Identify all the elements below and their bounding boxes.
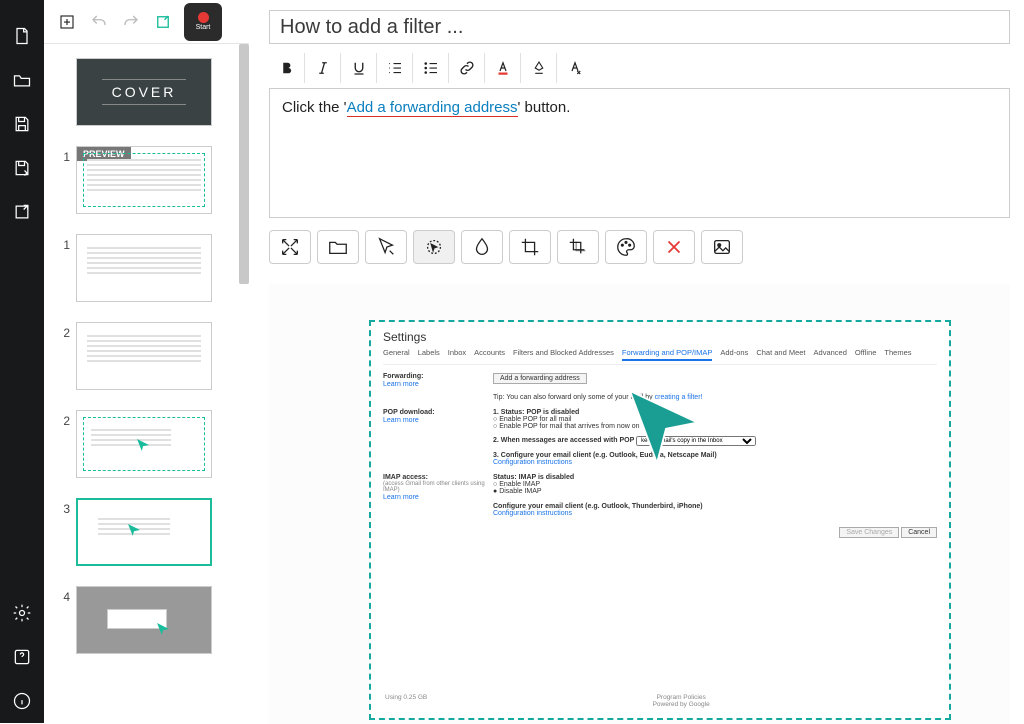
highlight-frame[interactable]: Settings General Labels Inbox Accounts F… bbox=[369, 320, 951, 720]
image-tool[interactable] bbox=[701, 230, 743, 264]
settings-tabs: General Labels Inbox Accounts Filters an… bbox=[383, 348, 937, 365]
slide-1[interactable]: 1 bbox=[54, 234, 239, 302]
settings-heading: Settings bbox=[383, 330, 937, 344]
slides-scrollbar[interactable] bbox=[239, 44, 249, 284]
ordered-list-button[interactable] bbox=[377, 53, 413, 83]
open-folder-icon[interactable] bbox=[0, 58, 44, 102]
slide-2b[interactable]: 2 bbox=[54, 410, 239, 478]
frame-button[interactable] bbox=[148, 7, 178, 37]
undo-button[interactable] bbox=[84, 7, 114, 37]
pointer-tool[interactable] bbox=[365, 230, 407, 264]
image-tools bbox=[269, 230, 1010, 264]
screenshot-canvas[interactable]: Settings General Labels Inbox Accounts F… bbox=[269, 284, 1010, 724]
palette-tool[interactable] bbox=[605, 230, 647, 264]
cursor-overlay bbox=[621, 382, 711, 472]
record-dot-icon bbox=[198, 12, 209, 23]
settings-icon[interactable] bbox=[0, 591, 44, 635]
help-icon[interactable] bbox=[0, 635, 44, 679]
add-forwarding-button[interactable]: Add a forwarding address bbox=[493, 373, 587, 384]
record-button[interactable]: Start bbox=[184, 3, 222, 41]
description-link: Add a forwarding address bbox=[347, 99, 518, 117]
folder-tool[interactable] bbox=[317, 230, 359, 264]
unordered-list-button[interactable] bbox=[413, 53, 449, 83]
info-icon[interactable] bbox=[0, 679, 44, 723]
expand-tool[interactable] bbox=[269, 230, 311, 264]
clear-format-button[interactable] bbox=[557, 53, 593, 83]
redo-button[interactable] bbox=[116, 7, 146, 37]
save-icon[interactable] bbox=[0, 102, 44, 146]
export-icon[interactable] bbox=[0, 190, 44, 234]
top-toolbar: Start bbox=[44, 0, 249, 44]
slide-3[interactable]: 3 bbox=[54, 498, 239, 566]
editor-area: Click the 'Add a forwarding address' but… bbox=[249, 0, 1024, 723]
underline-button[interactable] bbox=[341, 53, 377, 83]
save-as-icon[interactable] bbox=[0, 146, 44, 190]
new-document-icon[interactable] bbox=[0, 14, 44, 58]
slide-2a[interactable]: 2 bbox=[54, 322, 239, 390]
delete-tool[interactable] bbox=[653, 230, 695, 264]
format-toolbar bbox=[269, 48, 1010, 88]
description-box[interactable]: Click the 'Add a forwarding address' but… bbox=[269, 88, 1010, 218]
slide-cover[interactable]: COVER bbox=[54, 58, 239, 126]
app-sidebar bbox=[0, 0, 44, 723]
text-color-button[interactable] bbox=[485, 53, 521, 83]
slide-1-preview[interactable]: 1 PREVIEW bbox=[54, 146, 239, 214]
record-label: Start bbox=[196, 24, 211, 31]
cover-thumb[interactable]: COVER bbox=[76, 58, 212, 126]
link-button[interactable] bbox=[449, 53, 485, 83]
step-title-input[interactable] bbox=[269, 10, 1010, 44]
add-slide-button[interactable] bbox=[52, 7, 82, 37]
bold-button[interactable] bbox=[269, 53, 305, 83]
italic-button[interactable] bbox=[305, 53, 341, 83]
slides-panel: COVER 1 PREVIEW 1 2 2 3 4 bbox=[44, 44, 249, 723]
crop-tool[interactable] bbox=[509, 230, 551, 264]
slide-4[interactable]: 4 bbox=[54, 586, 239, 654]
multi-crop-tool[interactable] bbox=[557, 230, 599, 264]
highlight-button[interactable] bbox=[521, 53, 557, 83]
spotlight-tool[interactable] bbox=[413, 230, 455, 264]
blur-tool[interactable] bbox=[461, 230, 503, 264]
